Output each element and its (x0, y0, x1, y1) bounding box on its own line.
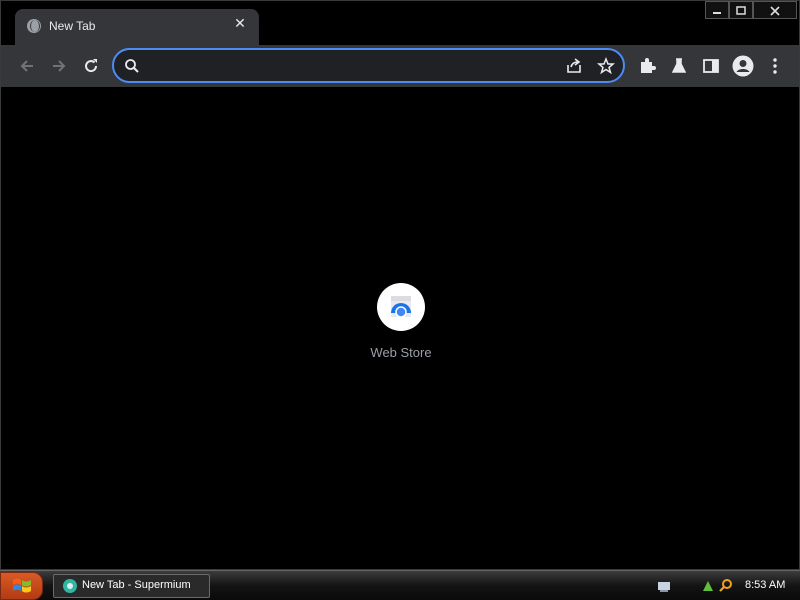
close-button[interactable] (753, 1, 797, 19)
extensions-button[interactable] (634, 53, 660, 79)
side-panel-button[interactable] (698, 53, 724, 79)
search-icon (125, 59, 139, 73)
flask-icon (671, 58, 687, 73)
reload-icon (85, 59, 98, 73)
reload-button[interactable] (78, 53, 104, 79)
search-tray-icon[interactable] (719, 578, 733, 592)
profile-avatar-icon (732, 55, 754, 77)
maximize-icon (736, 6, 746, 15)
clock[interactable]: 8:53 AM (745, 579, 785, 591)
share-icon[interactable] (565, 57, 583, 75)
network-tray-icon[interactable] (657, 579, 671, 593)
puzzle-icon (641, 58, 656, 73)
maximize-button[interactable] (729, 1, 753, 19)
back-button[interactable] (14, 53, 40, 79)
profile-button[interactable] (730, 53, 756, 79)
title-bar: New Tab ✕ (1, 1, 799, 45)
close-icon (770, 6, 780, 16)
start-button[interactable] (0, 572, 43, 600)
more-vert-icon (773, 58, 777, 74)
shortcut-label: Web Store (370, 345, 432, 360)
browser-window: New Tab ✕ Web Store (0, 0, 800, 570)
tab-title: New Tab (49, 19, 96, 33)
shortcut-icon-circle (377, 283, 425, 331)
new-tab-page: Web Store (1, 87, 799, 569)
supermium-icon (63, 579, 77, 593)
omnibox-input[interactable] (150, 56, 550, 76)
taskbar-item-supermium[interactable]: New Tab - Supermium (53, 574, 210, 598)
taskbar-item-label: New Tab - Supermium (82, 579, 191, 591)
menu-button[interactable] (762, 53, 788, 79)
web-store-icon (391, 296, 411, 318)
omnibox[interactable] (112, 48, 625, 83)
safely-remove-tray-icon[interactable] (701, 579, 715, 593)
back-arrow-icon (20, 60, 33, 72)
side-panel-icon (703, 59, 719, 73)
toolbar (1, 45, 799, 87)
minimize-icon (713, 12, 721, 14)
minimize-button[interactable] (705, 1, 729, 19)
labs-button[interactable] (666, 53, 692, 79)
shortcut-web-store[interactable]: Web Store (361, 282, 441, 372)
tab-new-tab[interactable]: New Tab ✕ (15, 9, 259, 45)
bookmark-star-icon[interactable] (597, 57, 615, 75)
globe-icon (27, 19, 41, 33)
taskbar: New Tab - Supermium 8:53 AM (0, 570, 800, 600)
tab-close-button[interactable]: ✕ (230, 14, 250, 34)
forward-arrow-icon (53, 60, 66, 72)
windows-logo-icon (13, 578, 31, 593)
forward-button[interactable] (46, 53, 72, 79)
